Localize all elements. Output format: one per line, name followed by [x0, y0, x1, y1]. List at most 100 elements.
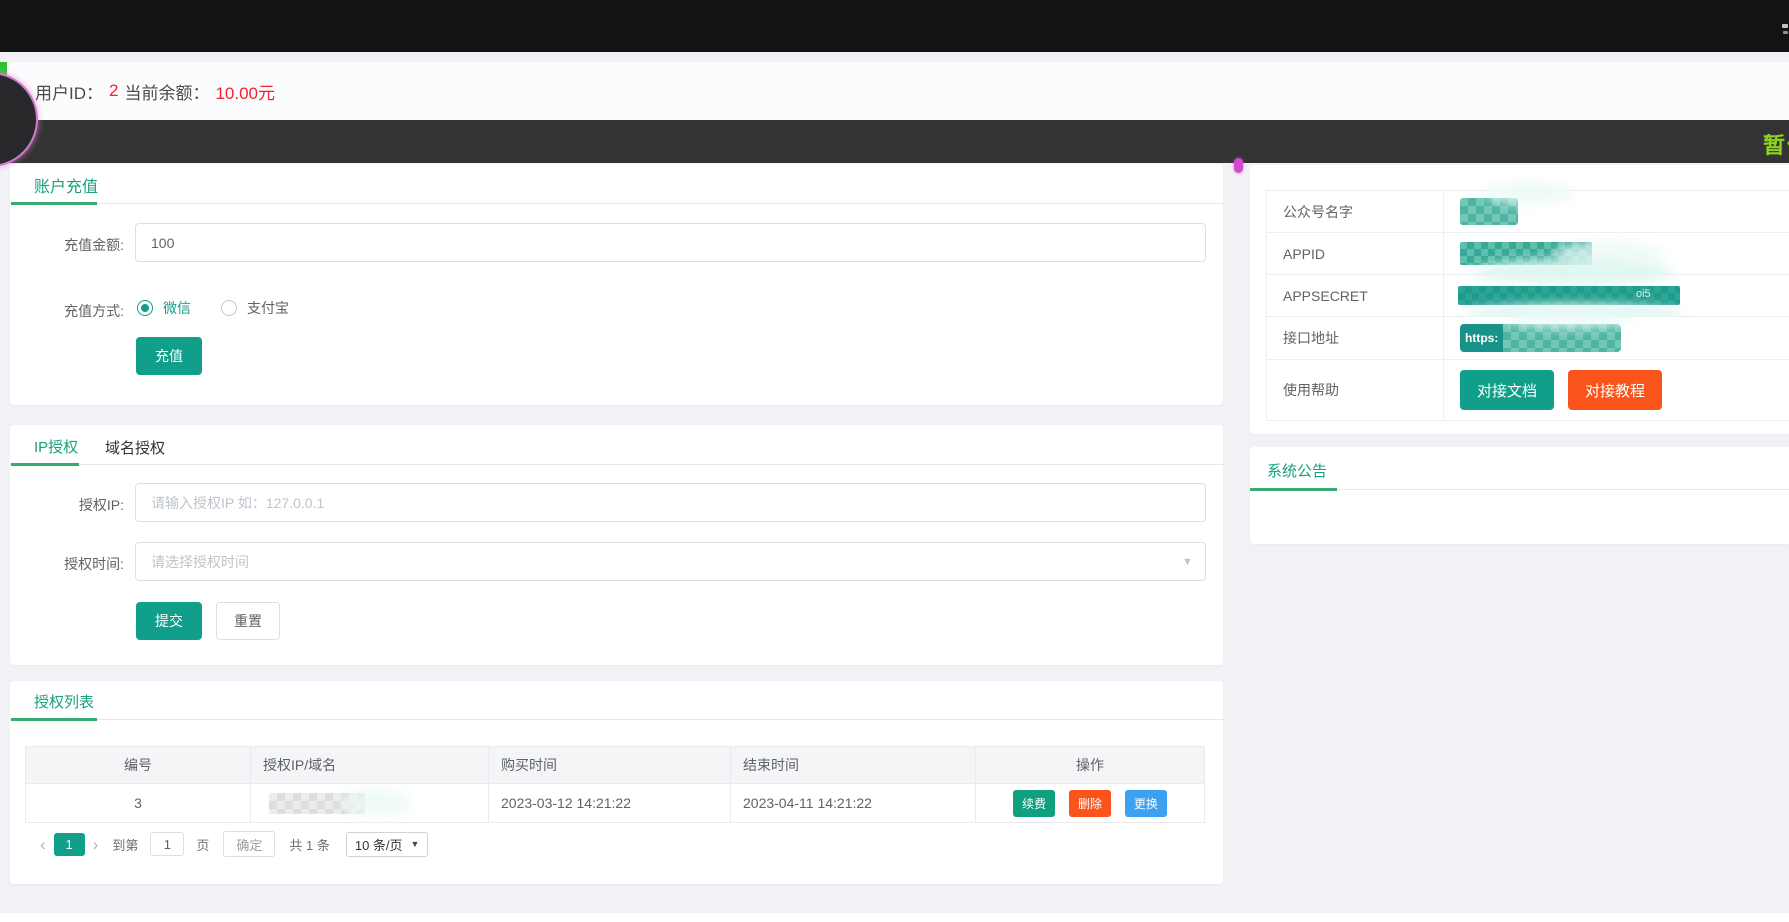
- auth-card-header: IP授权 域名授权: [10, 425, 1223, 466]
- active-tab-underline: [11, 463, 79, 466]
- renew-button[interactable]: 续费: [1013, 789, 1056, 817]
- balance-label: 当前余额：: [124, 83, 210, 103]
- table-header-row: 编号 授权IP/域名 购买时间 结束时间 操作: [25, 746, 1205, 784]
- radio-wechat-label: 微信: [163, 300, 191, 316]
- info-label-api: 接口地址: [1266, 316, 1444, 360]
- amount-label: 充值金额:: [64, 237, 124, 253]
- delete-button[interactable]: 删除: [1068, 789, 1111, 817]
- col-header-id: 编号: [25, 746, 251, 784]
- page-root: 用户ID： 2 当前余额： 10.00元 暂停 账户充值 充值金额: 充值方式:…: [0, 0, 1789, 922]
- next-page-icon[interactable]: ›: [85, 833, 107, 856]
- tab-domain-auth[interactable]: 域名授权: [105, 437, 165, 458]
- blur-smudge: [1474, 259, 1674, 285]
- info-value-help: 对接文档 对接教程: [1443, 359, 1789, 421]
- recharge-card-header: 账户充值: [10, 164, 1223, 205]
- method-radio-group: 微信 支付宝: [137, 298, 289, 318]
- info-value-appsecret: oi5: [1443, 259, 1789, 325]
- row-ip-cell: [250, 783, 489, 823]
- auth-ip-label: 授权IP:: [78, 497, 124, 513]
- blur-smudge: [1484, 181, 1574, 205]
- tutorial-button[interactable]: 对接教程: [1568, 370, 1662, 410]
- prev-page-icon[interactable]: ‹: [32, 833, 54, 856]
- chevron-down-icon: ▼: [1182, 556, 1193, 568]
- balance-value: 10.00元: [215, 83, 276, 103]
- page-size-select[interactable]: 10 条/页 ▼: [345, 831, 429, 857]
- row-buy-time: 2023-03-12 14:21:22: [488, 783, 731, 823]
- total-count-label: 共 1 条: [289, 837, 330, 853]
- info-row-api: 接口地址 https:: [1266, 309, 1789, 360]
- reset-button[interactable]: 重置: [216, 602, 280, 640]
- row-actions: 续费 删除 更换: [975, 783, 1205, 823]
- user-id-label: 用户ID：: [35, 83, 103, 103]
- info-row-name: 公众号名字: [1266, 181, 1789, 233]
- amount-input[interactable]: [135, 223, 1206, 262]
- corner-glyph-fragment: [1782, 24, 1788, 28]
- pagination: ‹ 1 › 到第 页 确定 共 1 条 10 条/页 ▼: [32, 831, 429, 857]
- info-label-name: 公众号名字: [1266, 190, 1444, 233]
- active-tab-underline: [11, 202, 97, 205]
- user-id-value: 2: [109, 81, 119, 100]
- recharge-card-title: 账户充值: [34, 179, 99, 196]
- radio-selected-icon: [137, 300, 153, 316]
- censor-text-remnant: oi5: [1636, 288, 1651, 300]
- corner-glyph-fragment: [1783, 31, 1788, 34]
- info-label-appsecret: APPSECRET: [1266, 274, 1444, 317]
- method-label: 充值方式:: [64, 303, 124, 319]
- recharge-button[interactable]: 充值: [136, 337, 202, 375]
- col-header-end-time: 结束时间: [730, 746, 976, 784]
- active-tab-underline: [1250, 488, 1337, 491]
- censored-api-url: https:: [1460, 324, 1621, 352]
- announcement-card: 系统公告: [1250, 447, 1789, 544]
- announcement-header: 系统公告: [1250, 447, 1789, 491]
- row-end-time: 2023-04-11 14:21:22: [730, 783, 976, 823]
- auth-card: IP授权 域名授权 授权IP: 授权时间: ▼ 提交 重置: [10, 425, 1223, 665]
- info-value-api: https:: [1443, 309, 1789, 360]
- col-header-buy-time: 购买时间: [488, 746, 731, 784]
- col-header-actions: 操作: [975, 746, 1205, 784]
- page-jump-input[interactable]: [150, 832, 185, 856]
- table-row: 3 2023-03-12 14:21:22 2023-04-11 14:21:2…: [25, 783, 1205, 823]
- tab-ip-auth[interactable]: IP授权: [34, 436, 78, 457]
- bottom-strip: [0, 913, 1789, 922]
- info-row-help: 使用帮助 对接文档 对接教程: [1266, 359, 1789, 421]
- magenta-fragment: [1234, 158, 1243, 173]
- page-confirm-button[interactable]: 确定: [223, 831, 276, 857]
- info-value-name: [1443, 181, 1789, 233]
- app-info-table: 公众号名字 APPID APPSECRET oi5 接口地址 https: 使用…: [1266, 181, 1789, 421]
- auth-time-label: 授权时间:: [64, 556, 124, 572]
- radio-wechat[interactable]: 微信: [137, 298, 191, 318]
- col-header-ip: 授权IP/域名: [250, 746, 489, 784]
- info-label-appid: APPID: [1266, 232, 1444, 275]
- page-unit-label: 页: [196, 837, 210, 853]
- user-info-bar: 用户ID： 2 当前余额： 10.00元: [0, 62, 1789, 120]
- top-navbar: [0, 0, 1789, 52]
- auth-table: 编号 授权IP/域名 购买时间 结束时间 操作 3 2023-03-12 14:…: [25, 746, 1205, 823]
- submit-button[interactable]: 提交: [136, 602, 202, 640]
- radio-alipay-label: 支付宝: [247, 300, 289, 316]
- chevron-down-icon: ▼: [410, 839, 420, 849]
- radio-unselected-icon: [221, 300, 237, 316]
- radio-alipay[interactable]: 支付宝: [221, 298, 289, 318]
- page-size-value: 10 条/页: [354, 837, 403, 853]
- recharge-card: 账户充值 充值金额: 充值方式: 微信 支付宝 充值: [10, 164, 1223, 405]
- row-id: 3: [25, 783, 251, 823]
- blur-smudge: [1504, 309, 1634, 329]
- announcement-title: 系统公告: [1267, 463, 1328, 480]
- notice-marquee-clip: 暂停: [1763, 128, 1789, 156]
- api-url-prefix: https:: [1460, 324, 1504, 352]
- auth-ip-input[interactable]: [135, 483, 1206, 522]
- notice-marquee-bar: 暂停: [0, 120, 1789, 163]
- goto-label: 到第: [112, 837, 139, 853]
- auth-list-card: 授权列表 编号 授权IP/域名 购买时间 结束时间 操作 3 2023-03-1…: [10, 681, 1223, 884]
- active-tab-underline: [11, 718, 97, 721]
- auth-time-select[interactable]: [135, 542, 1206, 581]
- docs-button[interactable]: 对接文档: [1460, 370, 1554, 410]
- auth-list-title: 授权列表: [34, 694, 95, 711]
- page-1-button[interactable]: 1: [53, 832, 85, 856]
- blur-smudge: [341, 788, 411, 818]
- replace-button[interactable]: 更换: [1124, 789, 1167, 817]
- info-label-help: 使用帮助: [1266, 359, 1444, 421]
- app-info-card: 公众号名字 APPID APPSECRET oi5 接口地址 https: 使用…: [1250, 165, 1789, 434]
- notice-marquee-text: 暂停: [1763, 133, 1789, 156]
- auth-list-header: 授权列表: [10, 681, 1223, 721]
